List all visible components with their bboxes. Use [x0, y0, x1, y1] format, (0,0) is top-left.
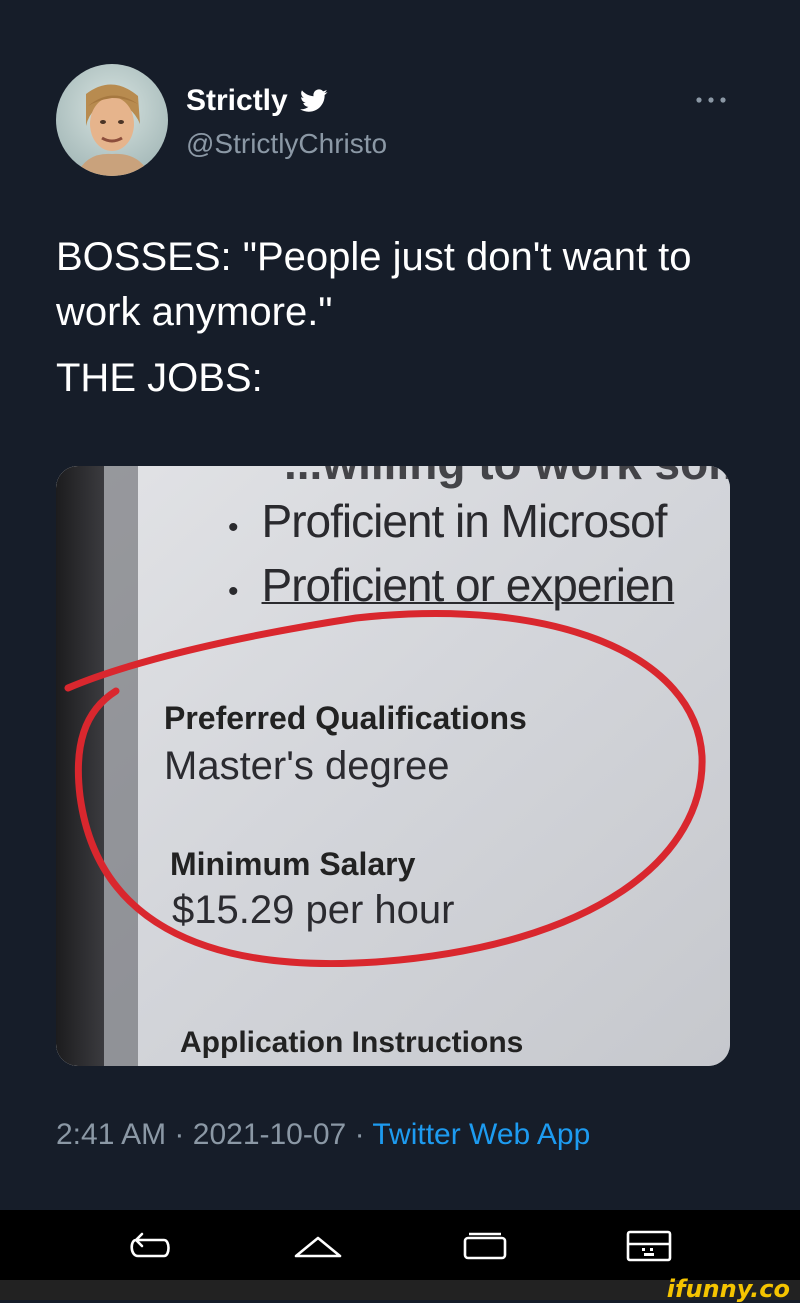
home-icon[interactable]	[288, 1226, 348, 1266]
back-icon[interactable]	[120, 1226, 180, 1266]
tweet-date[interactable]: 2021-10-07	[193, 1118, 346, 1151]
tweet-media-image[interactable]: ...willing to work some... •Proficient i…	[56, 466, 730, 1066]
bullet-item: • Proficient or experien	[228, 559, 675, 611]
tweet-meta: 2:41 AM · 2021-10-07 · Twitter Web App	[56, 1118, 590, 1152]
author-handle[interactable]: @StrictlyChristo	[186, 128, 387, 160]
keyboard-icon[interactable]	[620, 1226, 680, 1266]
minimum-salary-value: $15.29 per hour	[172, 888, 455, 932]
preferred-qualifications-value: Master's degree	[164, 744, 450, 788]
tweet-source-link[interactable]: Twitter Web App	[372, 1118, 590, 1151]
meta-separator: ·	[354, 1118, 365, 1151]
system-navigation-bar	[0, 1210, 800, 1280]
ifunny-watermark: ifunny.co	[666, 1275, 790, 1303]
author-name-row: Strictly	[186, 84, 328, 118]
twitter-bird-icon	[299, 89, 328, 113]
preferred-qualifications-label: Preferred Qualifications	[164, 700, 527, 736]
avatar[interactable]	[56, 64, 168, 176]
tweet-time[interactable]: 2:41 AM	[56, 1118, 166, 1151]
more-horizontal-icon[interactable]	[693, 90, 729, 110]
tweet-text-line: THE JOBS:	[56, 356, 263, 400]
minimum-salary-label: Minimum Salary	[170, 846, 416, 882]
tweet-text: BOSSES: "People just don't want to work …	[56, 230, 756, 406]
tweet-text-line: BOSSES: "People just don't want to work …	[56, 235, 692, 334]
recent-apps-icon[interactable]	[455, 1226, 515, 1266]
application-instructions-label: Application Instructions	[180, 1026, 524, 1059]
bullet-item: • Proficient in Microsof	[228, 495, 667, 547]
author-display-name[interactable]: Strictly	[186, 84, 288, 118]
cut-off-heading: ...willing to work some...	[284, 466, 730, 490]
meta-separator: ·	[174, 1118, 185, 1151]
tweet-card: Strictly @StrictlyChristo BOSSES: "Peopl…	[0, 0, 800, 1210]
